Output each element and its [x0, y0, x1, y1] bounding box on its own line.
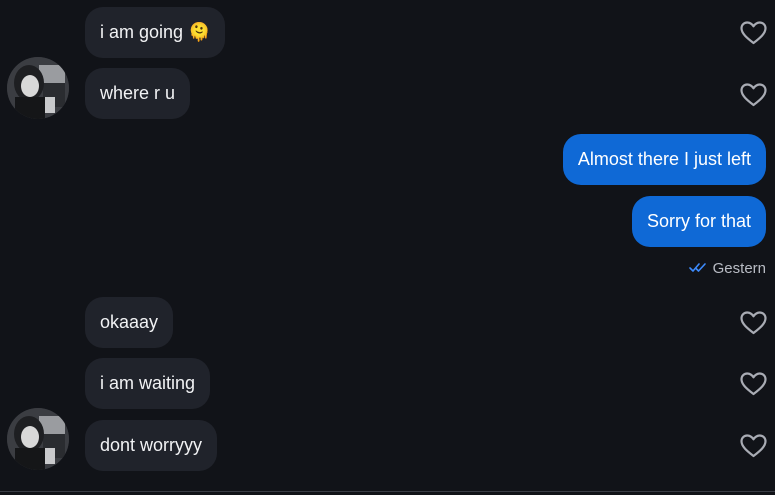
divider: [0, 491, 775, 492]
like-heart-icon[interactable]: [740, 372, 767, 396]
incoming-message-bubble[interactable]: where r u: [85, 68, 191, 119]
outgoing-message-bubble[interactable]: Sorry for that: [631, 196, 766, 247]
like-heart-icon[interactable]: [740, 311, 767, 335]
like-heart-icon[interactable]: [740, 434, 767, 458]
message-text: Almost there I just left: [577, 149, 751, 169]
incoming-message-bubble[interactable]: dont worryyy: [85, 420, 218, 471]
double-check-icon: [688, 260, 707, 277]
contact-avatar[interactable]: [7, 57, 69, 119]
message-text: i am waiting: [100, 373, 196, 393]
like-heart-icon[interactable]: [740, 83, 767, 107]
message-text: okaaay: [100, 312, 159, 332]
read-status: Gestern: [688, 258, 766, 278]
message-text: where r u: [100, 83, 176, 103]
chat-thread: i am going 🫠 where r u Almost there I ju…: [0, 0, 775, 495]
incoming-message-bubble[interactable]: okaaay: [85, 297, 174, 348]
read-status-label: Gestern: [712, 259, 766, 277]
like-heart-icon[interactable]: [740, 21, 767, 45]
contact-avatar[interactable]: [7, 408, 69, 470]
message-text: Sorry for that: [646, 211, 751, 231]
incoming-message-bubble[interactable]: i am waiting: [85, 358, 211, 409]
incoming-message-bubble[interactable]: i am going 🫠: [85, 7, 226, 58]
message-text: dont worryyy: [100, 435, 203, 455]
outgoing-message-bubble[interactable]: Almost there I just left: [562, 134, 766, 185]
message-text: i am going 🫠: [100, 22, 211, 42]
